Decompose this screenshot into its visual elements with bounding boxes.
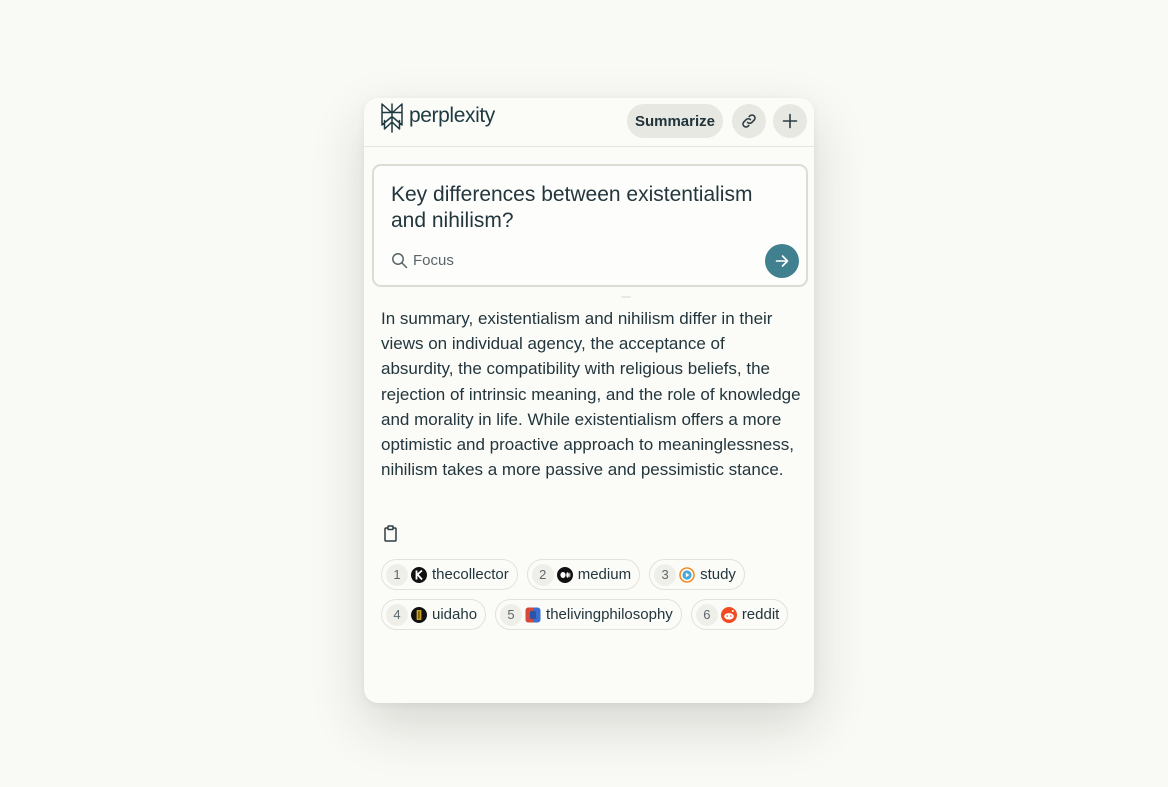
search-icon bbox=[392, 253, 408, 269]
link-icon bbox=[742, 114, 756, 128]
source-chip-study[interactable]: 3 study bbox=[649, 559, 745, 590]
summarize-button[interactable]: Summarize bbox=[627, 104, 723, 138]
panel-header: perplexity Summarize bbox=[364, 98, 814, 147]
source-label: thelivingphilosophy bbox=[546, 606, 673, 623]
new-thread-button[interactable] bbox=[773, 104, 807, 138]
source-chip-reddit[interactable]: 6 reddit bbox=[690, 599, 789, 630]
uidaho-favicon bbox=[411, 606, 427, 623]
source-label: study bbox=[700, 566, 736, 583]
reddit-favicon bbox=[720, 606, 737, 623]
sources-list: 1 thecollector 2 medium 3 study 4 uidaho… bbox=[381, 559, 801, 630]
arrow-right-icon bbox=[775, 255, 789, 267]
source-number: 1 bbox=[386, 563, 408, 586]
perplexity-logo: perplexity bbox=[380, 103, 495, 133]
thelivingphilosophy-favicon bbox=[525, 607, 541, 622]
medium-favicon bbox=[556, 566, 573, 583]
source-chip-uidaho[interactable]: 4 uidaho bbox=[381, 599, 487, 630]
source-label: uidaho bbox=[432, 606, 478, 623]
copy-answer-button[interactable] bbox=[383, 525, 399, 543]
perplexity-logo-icon bbox=[381, 103, 403, 133]
source-chip-thelivingphilosophy[interactable]: 5 thelivingphilosophy bbox=[495, 599, 682, 630]
focus-label: Focus bbox=[413, 252, 454, 269]
clipboard-icon bbox=[384, 525, 397, 542]
source-number: 4 bbox=[386, 603, 408, 626]
brand-name: perplexity bbox=[409, 104, 495, 127]
source-chip-medium[interactable]: 2 medium bbox=[526, 559, 641, 590]
answer-text: In summary, existentialism and nihilism … bbox=[381, 309, 801, 480]
thecollector-favicon bbox=[411, 566, 427, 583]
source-number: 6 bbox=[695, 603, 718, 626]
source-label: thecollector bbox=[432, 566, 509, 583]
source-number: 5 bbox=[500, 603, 523, 626]
source-label: reddit bbox=[741, 606, 780, 623]
copy-link-button[interactable] bbox=[732, 104, 766, 138]
query-input-box[interactable]: Key differences between existentialism a… bbox=[372, 164, 808, 287]
resize-handle[interactable] bbox=[621, 296, 631, 298]
focus-button[interactable]: Focus bbox=[391, 252, 454, 269]
submit-button[interactable] bbox=[765, 244, 799, 278]
source-number: 3 bbox=[654, 563, 677, 586]
query-text[interactable]: Key differences between existentialism a… bbox=[391, 182, 791, 234]
plus-icon bbox=[782, 113, 798, 129]
source-number: 2 bbox=[531, 563, 554, 586]
study-favicon bbox=[679, 566, 695, 583]
source-chip-thecollector[interactable]: 1 thecollector bbox=[381, 559, 518, 590]
source-label: medium bbox=[577, 566, 632, 583]
perplexity-panel: perplexity Summarize Key differences bet… bbox=[364, 98, 814, 703]
